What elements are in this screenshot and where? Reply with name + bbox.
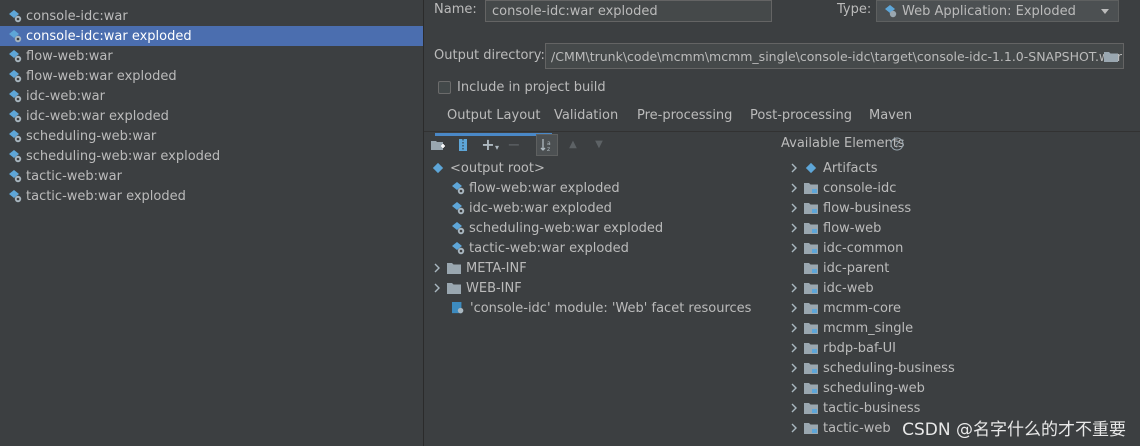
artifact-list-item-label: scheduling-web:war: [26, 128, 157, 144]
module-folder-icon: [804, 343, 818, 354]
available-element-label: console-idc: [823, 180, 897, 196]
chevron-right-icon[interactable]: [788, 342, 800, 354]
artifact-list-item[interactable]: idc-web:war: [0, 86, 423, 106]
web-artifact-icon: [9, 70, 22, 83]
chevron-right-icon[interactable]: [788, 182, 800, 194]
web-artifact-icon: [9, 30, 22, 43]
available-element-item[interactable]: idc-parent: [788, 258, 889, 278]
available-element-label: mcmm_single: [823, 320, 914, 336]
chevron-right-icon[interactable]: [788, 402, 800, 414]
artifact-list-item[interactable]: tactic-web:war exploded: [0, 186, 423, 206]
artifact-list-item[interactable]: console-idc:war: [0, 6, 423, 26]
available-element-label: idc-common: [823, 240, 904, 256]
available-element-label: flow-business: [823, 200, 912, 216]
web-artifact-icon: [9, 50, 22, 63]
artifact-list-item-label: console-idc:war: [26, 8, 128, 24]
available-element-label: tactic-business: [823, 400, 921, 416]
chevron-right-icon[interactable]: [788, 382, 800, 394]
chevron-right-icon[interactable]: [788, 202, 800, 214]
module-folder-icon: [804, 223, 818, 234]
artifact-list-item[interactable]: scheduling-web:war: [0, 126, 423, 146]
artifact-list-item-label: flow-web:war exploded: [26, 68, 177, 84]
available-element-item[interactable]: flow-business: [788, 198, 911, 218]
chevron-right-icon[interactable]: [788, 282, 800, 294]
artifact-list: console-idc:war console-idc:war exploded f…: [0, 0, 424, 446]
artifact-list-item-label: idc-web:war exploded: [26, 108, 169, 124]
chevron-right-icon[interactable]: [788, 422, 800, 434]
chevron-right-icon[interactable]: [788, 222, 800, 234]
available-element-label: Artifacts: [823, 160, 878, 176]
available-element-item[interactable]: rbdp-baf-UI: [788, 338, 896, 358]
artifact-settings-panel: Name: console-idc:war exploded Type: Web…: [424, 0, 1140, 446]
artifact-list-item[interactable]: flow-web:war: [0, 46, 423, 66]
available-element-label: idc-parent: [823, 260, 890, 276]
module-folder-icon: [804, 303, 818, 314]
module-folder-icon: [804, 243, 818, 254]
available-element-item[interactable]: scheduling-web: [788, 378, 925, 398]
module-folder-icon: [804, 263, 818, 274]
available-element-label: flow-web: [823, 220, 882, 236]
artifact-list-item[interactable]: scheduling-web:war exploded: [0, 146, 423, 166]
available-element-item[interactable]: mcmm-core: [788, 298, 901, 318]
module-folder-icon: [804, 183, 818, 194]
chevron-right-icon[interactable]: [788, 162, 800, 174]
web-artifact-icon: [9, 190, 22, 203]
artifact-list-item-label: console-idc:war exploded: [26, 28, 192, 44]
available-element-label: idc-web: [823, 280, 874, 296]
available-element-item[interactable]: console-idc: [788, 178, 896, 198]
watermark: CSDN @名字什么的才不重要: [902, 420, 1126, 440]
web-artifact-icon: [9, 170, 22, 183]
module-folder-icon: [804, 323, 818, 334]
available-element-label: tactic-web: [823, 420, 891, 436]
web-artifact-icon: [9, 10, 22, 23]
chevron-right-icon[interactable]: [788, 242, 800, 254]
available-element-label: scheduling-web: [823, 380, 925, 396]
module-folder-icon: [804, 283, 818, 294]
artifact-list-item[interactable]: console-idc:war exploded: [0, 26, 423, 46]
artifact-list-item[interactable]: idc-web:war exploded: [0, 106, 423, 126]
artifact-list-item[interactable]: flow-web:war exploded: [0, 66, 423, 86]
available-element-item[interactable]: flow-web: [788, 218, 881, 238]
available-element-item[interactable]: idc-web: [788, 278, 874, 298]
available-element-item[interactable]: tactic-business: [788, 398, 920, 418]
available-element-label: mcmm-core: [823, 300, 901, 316]
output-root-icon: [805, 162, 817, 174]
artifact-list-item-label: tactic-web:war exploded: [26, 188, 186, 204]
available-element-label: scheduling-business: [823, 360, 955, 376]
module-folder-icon: [804, 363, 818, 374]
artifact-list-item-label: tactic-web:war: [26, 168, 122, 184]
artifact-list-item-label: idc-web:war: [26, 88, 105, 104]
chevron-right-icon[interactable]: [788, 302, 800, 314]
artifact-list-item-label: scheduling-web:war exploded: [26, 148, 221, 164]
available-element-item[interactable]: idc-common: [788, 238, 903, 258]
available-element-label: rbdp-baf-UI: [823, 340, 896, 356]
web-artifact-icon: [9, 130, 22, 143]
available-element-item[interactable]: scheduling-business: [788, 358, 955, 378]
available-element-item[interactable]: Artifacts: [788, 158, 878, 178]
web-artifact-icon: [9, 150, 22, 163]
artifact-list-item-label: flow-web:war: [26, 48, 113, 64]
web-artifact-icon: [9, 110, 22, 123]
module-folder-icon: [804, 203, 818, 214]
module-folder-icon: [804, 423, 818, 434]
chevron-right-icon[interactable]: [788, 362, 800, 374]
module-folder-icon: [804, 383, 818, 394]
available-elements-tree: Artifacts console-idc flow-business flow-we…: [424, 0, 1140, 446]
web-artifact-icon: [9, 90, 22, 103]
chevron-right-icon[interactable]: [788, 322, 800, 334]
available-element-item[interactable]: tactic-web: [788, 418, 891, 438]
available-element-item[interactable]: mcmm_single: [788, 318, 913, 338]
artifact-list-item[interactable]: tactic-web:war: [0, 166, 423, 186]
module-folder-icon: [804, 403, 818, 414]
